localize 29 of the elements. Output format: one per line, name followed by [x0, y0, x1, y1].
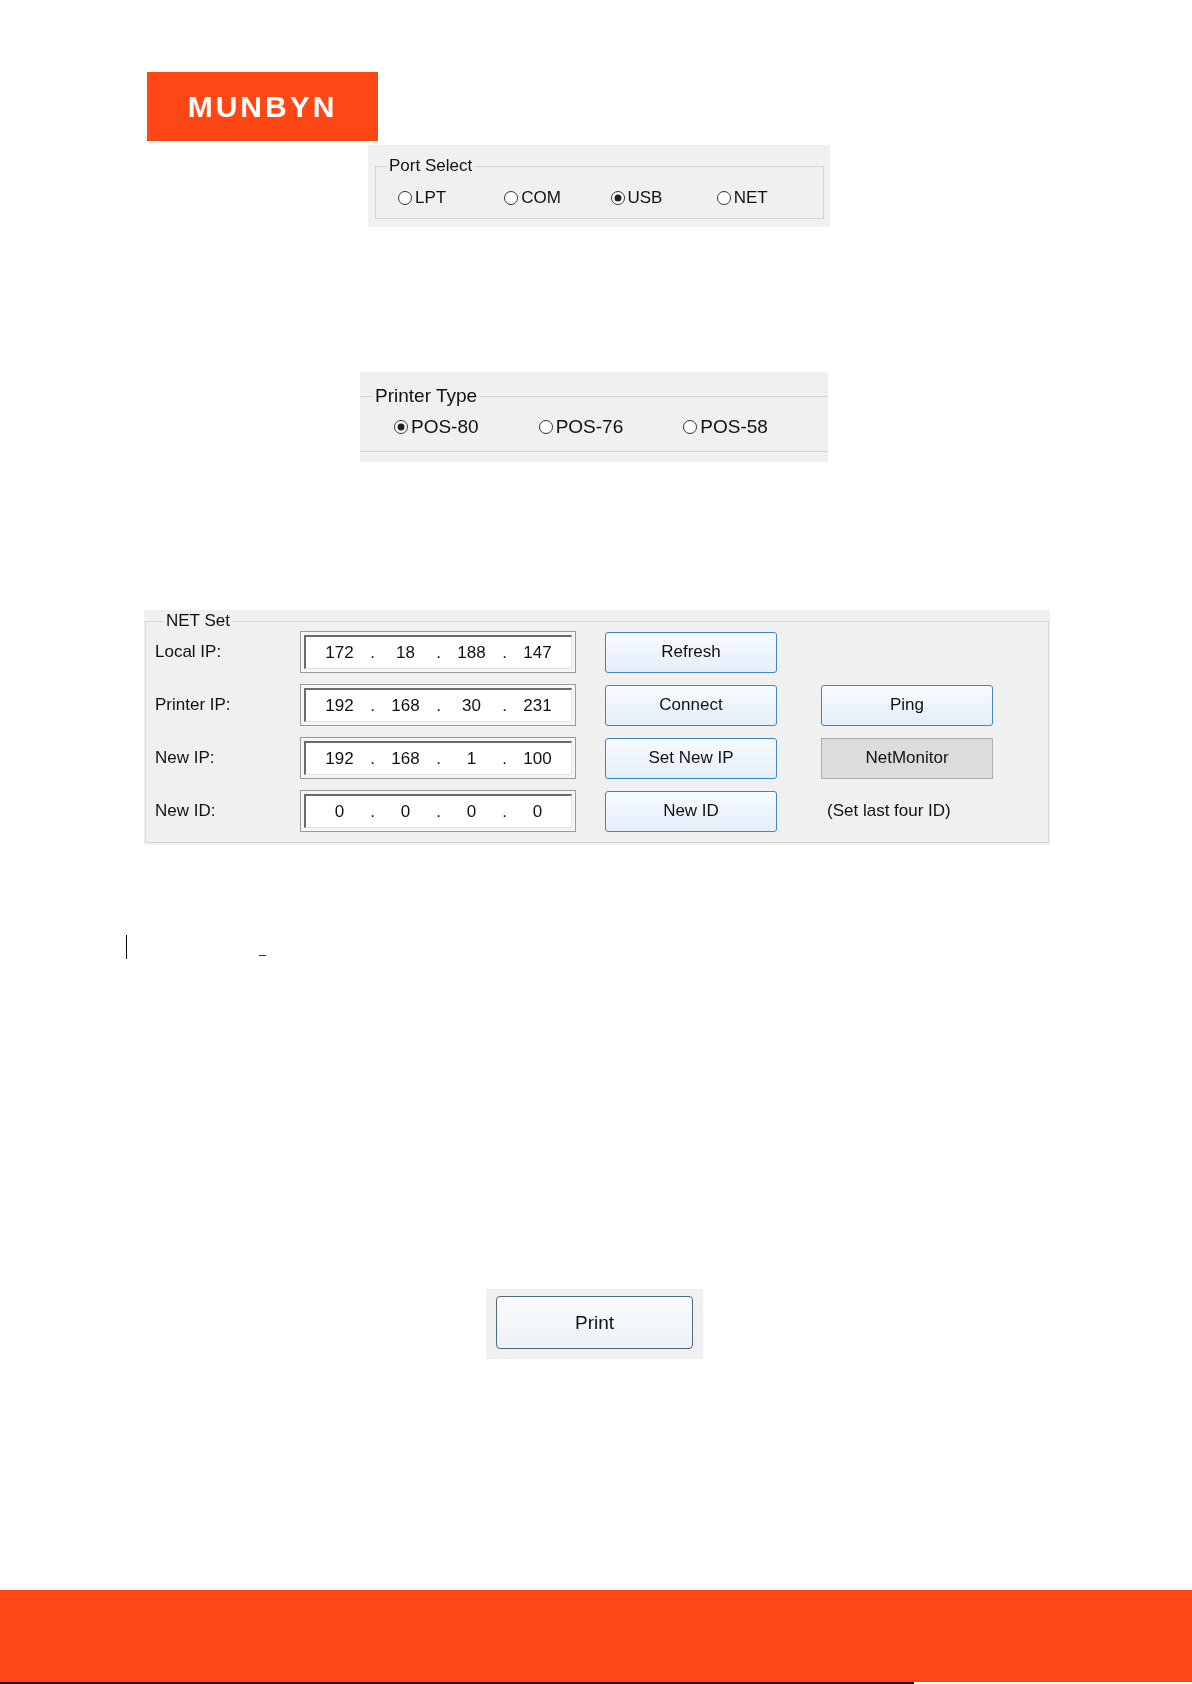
underscore-icon	[259, 955, 266, 956]
action-button[interactable]: Set New IP	[605, 737, 777, 779]
ip-address-field[interactable]: 192 . 168 . 1 . 100	[300, 737, 576, 779]
ip-address-field[interactable]: 172 . 18 . 188 . 147	[300, 631, 576, 673]
field-label: Printer IP:	[155, 695, 232, 715]
action-button[interactable]: NetMonitor	[821, 737, 993, 779]
radio-option[interactable]: NET	[716, 188, 823, 208]
radio-option[interactable]: LPT	[398, 188, 505, 208]
radio-option[interactable]: POS-76	[538, 416, 684, 438]
hint-text: (Set last four ID)	[826, 801, 952, 821]
action-button[interactable]: Ping	[821, 684, 993, 726]
text-cursor-icon	[126, 935, 127, 959]
brand-logo: MUNBYN	[147, 72, 378, 141]
action-button[interactable]: Refresh	[605, 631, 777, 673]
action-button[interactable]: Connect	[605, 684, 777, 726]
group-title: Port Select	[388, 156, 474, 176]
radio-option[interactable]: COM	[504, 188, 611, 208]
ip-address-field[interactable]: 192 . 168 . 30 . 231	[300, 684, 576, 726]
action-button[interactable]: New ID	[605, 790, 777, 832]
group-title: Printer Type	[374, 385, 479, 407]
radio-option[interactable]: POS-80	[394, 416, 539, 438]
ip-address-field[interactable]: 0 . 0 . 0 . 0	[300, 790, 576, 832]
field-label: New ID:	[155, 801, 217, 821]
field-label: New IP:	[155, 748, 216, 768]
print-button[interactable]: Print	[496, 1296, 693, 1349]
radio-option[interactable]: POS-58	[683, 416, 828, 438]
group-title: NET Set	[165, 611, 231, 631]
radio-option[interactable]: USB	[610, 188, 717, 208]
field-label: Local IP:	[155, 642, 223, 662]
